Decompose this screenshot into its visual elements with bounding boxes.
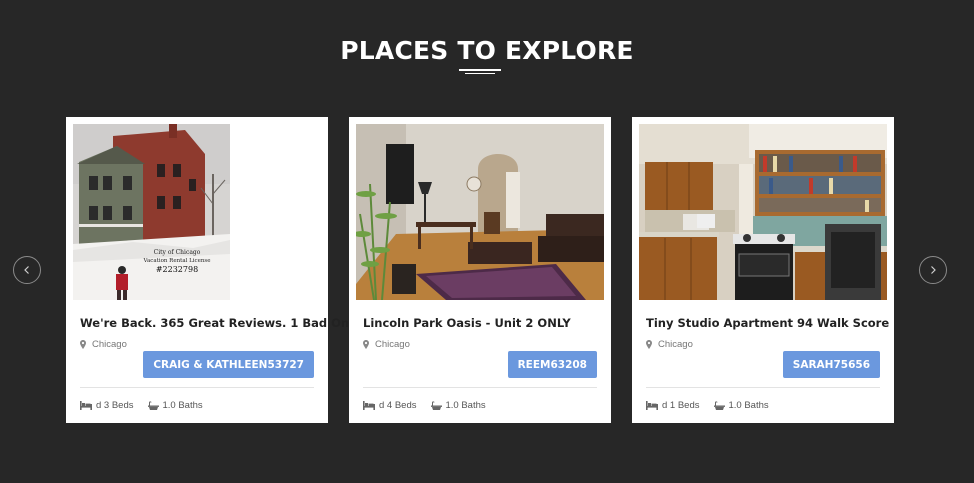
listing-location: Chicago bbox=[80, 339, 127, 350]
baths-text: 1.0 Baths bbox=[162, 400, 203, 411]
map-pin-icon bbox=[646, 340, 652, 349]
host-button[interactable]: CRAIG & KATHLEEN53727 bbox=[143, 351, 314, 378]
listing-photo[interactable]: City of Chicago Vacation Rental License … bbox=[73, 124, 230, 300]
listing-amenities: d 1 Beds 1.0 Baths bbox=[646, 400, 783, 411]
listing-card[interactable]: City of Chicago Vacation Rental License … bbox=[66, 117, 361, 423]
host-button[interactable]: REEM63208 bbox=[507, 351, 597, 378]
house-photo: City of Chicago Vacation Rental License … bbox=[73, 124, 230, 300]
baths-info: 1.0 Baths bbox=[430, 400, 486, 411]
title-underline-short bbox=[465, 73, 495, 74]
bathtub-icon bbox=[430, 400, 442, 410]
map-pin-icon bbox=[80, 340, 86, 349]
license-sign-number: #2232798 bbox=[156, 265, 198, 274]
listing-amenities: d 3 Beds 1.0 Baths bbox=[80, 400, 217, 411]
living-room-photo bbox=[356, 124, 604, 300]
baths-text: 1.0 Baths bbox=[728, 400, 769, 411]
baths-text: 1.0 Baths bbox=[445, 400, 486, 411]
license-sign-line2: Vacation Rental License bbox=[143, 258, 211, 264]
listing-card[interactable]: Lincoln Park Oasis - Unit 2 ONLY Chicago… bbox=[349, 117, 611, 423]
location-text: Chicago bbox=[92, 339, 127, 350]
beds-info: d 1 Beds bbox=[646, 400, 700, 411]
listing-card[interactable]: Tiny Studio Apartment 94 Walk Score Chic… bbox=[632, 117, 894, 423]
baths-info: 1.0 Baths bbox=[147, 400, 203, 411]
bed-icon bbox=[80, 401, 92, 410]
location-text: Chicago bbox=[658, 339, 693, 350]
title-underline bbox=[459, 69, 501, 71]
carousel-prev-button[interactable] bbox=[13, 256, 41, 284]
kitchen-photo bbox=[639, 124, 887, 300]
card-divider bbox=[363, 387, 597, 388]
section-title: PLACES TO EXPLORE bbox=[340, 36, 634, 65]
baths-info: 1.0 Baths bbox=[713, 400, 769, 411]
beds-text: d 3 Beds bbox=[96, 400, 134, 411]
listing-title[interactable]: We're Back. 365 Great Reviews. 1 Bad One… bbox=[80, 316, 361, 330]
listing-title[interactable]: Tiny Studio Apartment 94 Walk Score bbox=[646, 316, 889, 330]
chevron-left-icon bbox=[24, 266, 29, 274]
beds-info: d 3 Beds bbox=[80, 400, 134, 411]
map-pin-icon bbox=[363, 340, 369, 349]
license-sign-line1: City of Chicago bbox=[154, 249, 201, 256]
chevron-right-icon bbox=[931, 266, 936, 274]
carousel-next-button[interactable] bbox=[919, 256, 947, 284]
listing-location: Chicago bbox=[363, 339, 410, 350]
listing-amenities: d 4 Beds 1.0 Baths bbox=[363, 400, 500, 411]
beds-info: d 4 Beds bbox=[363, 400, 417, 411]
bed-icon bbox=[646, 401, 658, 410]
bathtub-icon bbox=[713, 400, 725, 410]
card-divider bbox=[80, 387, 314, 388]
location-text: Chicago bbox=[375, 339, 410, 350]
listing-photo[interactable] bbox=[639, 124, 887, 300]
card-divider bbox=[646, 387, 880, 388]
beds-text: d 4 Beds bbox=[379, 400, 417, 411]
listing-title[interactable]: Lincoln Park Oasis - Unit 2 ONLY bbox=[363, 316, 601, 330]
bed-icon bbox=[363, 401, 375, 410]
listing-location: Chicago bbox=[646, 339, 693, 350]
listing-photo[interactable] bbox=[356, 124, 604, 300]
bathtub-icon bbox=[147, 400, 159, 410]
beds-text: d 1 Beds bbox=[662, 400, 700, 411]
host-button[interactable]: SARAH75656 bbox=[782, 351, 880, 378]
